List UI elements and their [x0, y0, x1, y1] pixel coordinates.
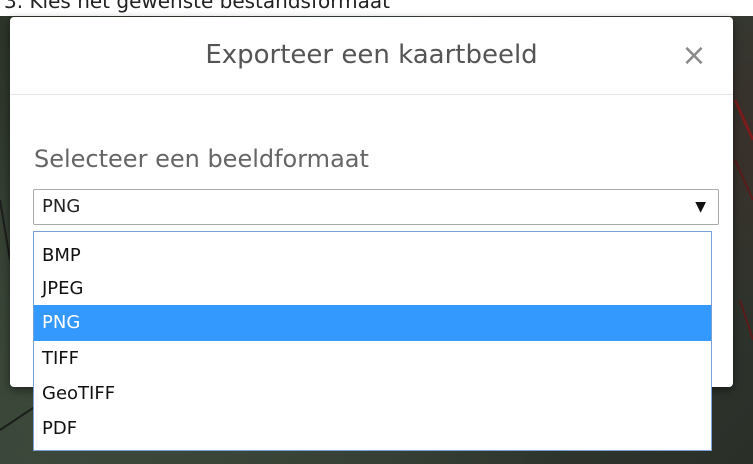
dropdown-arrow-icon: ▼	[695, 199, 706, 215]
close-button[interactable]: ×	[679, 39, 709, 73]
option-png[interactable]: PNG	[34, 305, 711, 341]
modal-title: Exporteer een kaartbeeld	[205, 40, 538, 70]
format-dropdown-list: BMP JPEG PNG TIFF GeoTIFF PDF	[33, 231, 712, 451]
image-format-label: Selecteer een beeldformaat	[34, 145, 369, 173]
option-geotiff[interactable]: GeoTIFF	[34, 376, 711, 412]
option-tiff[interactable]: TIFF	[34, 341, 711, 377]
selected-format-value: PNG	[42, 196, 81, 217]
instruction-text: 3. Kies het gewenste bestandsformaat	[0, 0, 753, 16]
image-format-select[interactable]: PNG ▼	[33, 189, 719, 225]
modal-header: Exporteer een kaartbeeld ×	[10, 17, 733, 95]
option-jpeg[interactable]: JPEG	[34, 271, 711, 307]
option-bmp[interactable]: BMP	[34, 238, 711, 274]
option-pdf[interactable]: PDF	[34, 411, 711, 447]
